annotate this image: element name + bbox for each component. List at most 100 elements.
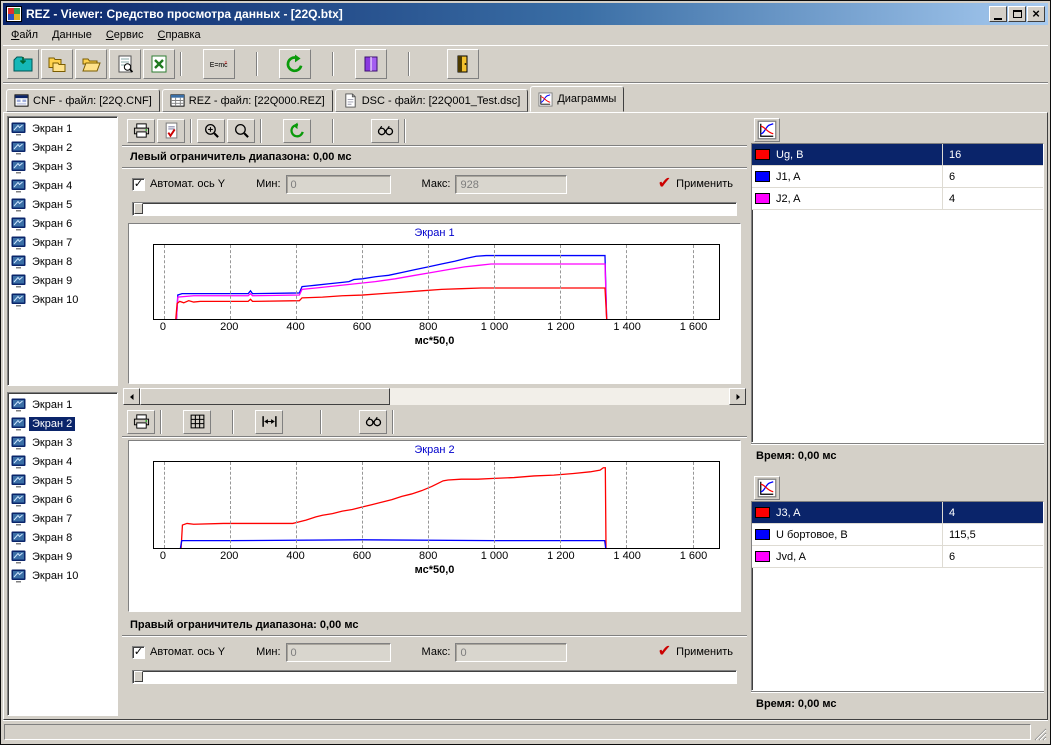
auto-axis-checkbox-bottom[interactable]: ✓ [132, 646, 145, 659]
legend-bottom-row-3[interactable]: Jvd, A6 [752, 546, 1043, 568]
screen-list-top-item-6[interactable]: Экран 6 [10, 214, 115, 233]
scroll-left-button[interactable] [123, 388, 140, 405]
legend-top-row-3[interactable]: J2, A4 [752, 188, 1043, 210]
print-button[interactable] [127, 119, 155, 143]
x-axis-ticks: 02004006008001 0001 2001 4001 600 [153, 550, 720, 563]
menu-item-1[interactable]: Файл [4, 26, 45, 44]
app-window: REZ - Viewer: Средство просмотра данных … [0, 0, 1051, 745]
screen-list-top-item-8[interactable]: Экран 8 [10, 252, 115, 271]
tab-diagrams[interactable]: Диаграммы [530, 86, 624, 112]
screen-list-top-item-3[interactable]: Экран 3 [10, 157, 115, 176]
x-tick-label: 1 200 [547, 321, 575, 333]
status-bar [3, 720, 1048, 742]
formula-button[interactable]: E=mc2 [203, 49, 235, 79]
series-name: J1, A [774, 166, 943, 187]
screen-item-label: Экран 8 [29, 255, 75, 269]
view-binoculars-button[interactable] [371, 119, 399, 143]
screen-list-bottom-item-2[interactable]: Экран 2 [10, 414, 115, 433]
undo-zoom-button[interactable] [283, 119, 311, 143]
right-limit-slider[interactable] [132, 670, 737, 684]
screen-list-bottom-item-1[interactable]: Экран 1 [10, 395, 115, 414]
open-config-button[interactable] [7, 49, 39, 79]
auto-axis-checkbox-top[interactable]: ✓ [132, 178, 145, 191]
legend-bottom-row-1[interactable]: J3, A4 [752, 502, 1043, 524]
screen-list-bottom-item-9[interactable]: Экран 9 [10, 547, 115, 566]
legend-top-row-2[interactable]: J1, A6 [752, 166, 1043, 188]
screen-list-bottom-item-7[interactable]: Экран 7 [10, 509, 115, 528]
preview-button[interactable] [109, 49, 141, 79]
screen-list-bottom[interactable]: Экран 1Экран 2Экран 3Экран 4Экран 5Экран… [7, 392, 118, 716]
apply-button-top[interactable]: ✔ Применить [654, 174, 737, 194]
left-limit-slider[interactable] [132, 202, 737, 216]
tab-rez-file[interactable]: REZ - файл: [22Q000.REZ] [162, 89, 333, 112]
titlebar: REZ - Viewer: Средство просмотра данных … [3, 3, 1048, 25]
diagrams-icon [757, 120, 777, 140]
chart-plot-area-1[interactable] [153, 244, 720, 320]
screen-list-bottom-item-5[interactable]: Экран 5 [10, 471, 115, 490]
report-check-button[interactable] [157, 119, 185, 143]
grid-button[interactable] [183, 410, 211, 434]
slider-thumb[interactable] [134, 671, 143, 682]
menu-item-4[interactable]: Справка [151, 26, 208, 44]
menu-item-2[interactable]: Данные [45, 26, 99, 44]
open-config-icon [13, 54, 33, 74]
screen-list-bottom-item-10[interactable]: Экран 10 [10, 566, 115, 585]
screen-list-top-item-10[interactable]: Экран 10 [10, 290, 115, 309]
exit-icon [453, 54, 473, 74]
tab-dsc-file[interactable]: DSC - файл: [22Q001_Test.dsc] [335, 89, 529, 112]
screen-list-bottom-item-8[interactable]: Экран 8 [10, 528, 115, 547]
slider-thumb[interactable] [134, 203, 143, 214]
screen-icon [11, 255, 26, 269]
screen-list-top-item-4[interactable]: Экран 4 [10, 176, 115, 195]
screen-list-top-item-5[interactable]: Экран 5 [10, 195, 115, 214]
scroll-right-button[interactable] [729, 388, 746, 405]
scroll-right-icon [734, 393, 742, 401]
screen-list-bottom-item-4[interactable]: Экран 4 [10, 452, 115, 471]
screen-item-label: Экран 9 [29, 274, 75, 288]
toolbar-separator [332, 119, 334, 143]
folders-button[interactable] [41, 49, 73, 79]
maximize-button[interactable] [1008, 6, 1026, 22]
chart-plot-area-2[interactable] [153, 461, 720, 549]
open-file-button[interactable] [75, 49, 107, 79]
view-binoculars-button[interactable] [359, 410, 387, 434]
screen-icon [11, 398, 26, 412]
minimize-button[interactable] [989, 6, 1007, 22]
exit-button[interactable] [447, 49, 479, 79]
print-button[interactable] [127, 410, 155, 434]
chart-screen-2: Экран 2 02004006008001 0001 2001 4001 60… [128, 440, 741, 612]
app-icon [6, 6, 22, 22]
report-check-icon [163, 122, 180, 139]
legend-diagram-button-top[interactable] [754, 118, 780, 142]
screen-list-bottom-item-3[interactable]: Экран 3 [10, 433, 115, 452]
toolbar-separator [404, 119, 406, 143]
legend-diagram-button-bottom[interactable] [754, 476, 780, 500]
zoom-in-button[interactable] [197, 119, 225, 143]
screen-list-top-item-2[interactable]: Экран 2 [10, 138, 115, 157]
excel-export-button[interactable] [143, 49, 175, 79]
screen-list-bottom-item-6[interactable]: Экран 6 [10, 490, 115, 509]
screen-list-top-item-9[interactable]: Экран 9 [10, 271, 115, 290]
series-name: J2, A [774, 188, 943, 209]
resize-grip[interactable] [1034, 728, 1047, 741]
svg-text:2: 2 [224, 60, 227, 65]
zoom-out-button[interactable] [227, 119, 255, 143]
help-book-button[interactable] [355, 49, 387, 79]
legend-header-top [751, 116, 1044, 143]
gridline [164, 245, 165, 319]
fit-width-button[interactable] [255, 410, 283, 434]
close-button[interactable]: × [1027, 6, 1045, 22]
legend-bottom-row-2[interactable]: U бортовое, B115,5 [752, 524, 1043, 546]
screen-list-top[interactable]: Экран 1Экран 2Экран 3Экран 4Экран 5Экран… [7, 116, 118, 386]
screen-list-top-item-1[interactable]: Экран 1 [10, 119, 115, 138]
scroll-thumb[interactable] [140, 388, 390, 405]
scroll-left-icon [128, 393, 136, 401]
screen-list-top-item-7[interactable]: Экран 7 [10, 233, 115, 252]
scroll-track[interactable] [390, 388, 729, 405]
refresh-button[interactable] [279, 49, 311, 79]
tab-cnf-file[interactable]: CNF - файл: [22Q.CNF] [6, 89, 160, 112]
menu-item-3[interactable]: Сервис [99, 26, 151, 44]
legend-top-row-1[interactable]: Ug, B16 [752, 144, 1043, 166]
series-value: 6 [943, 546, 1043, 567]
apply-button-bottom[interactable]: ✔ Применить [654, 642, 737, 662]
